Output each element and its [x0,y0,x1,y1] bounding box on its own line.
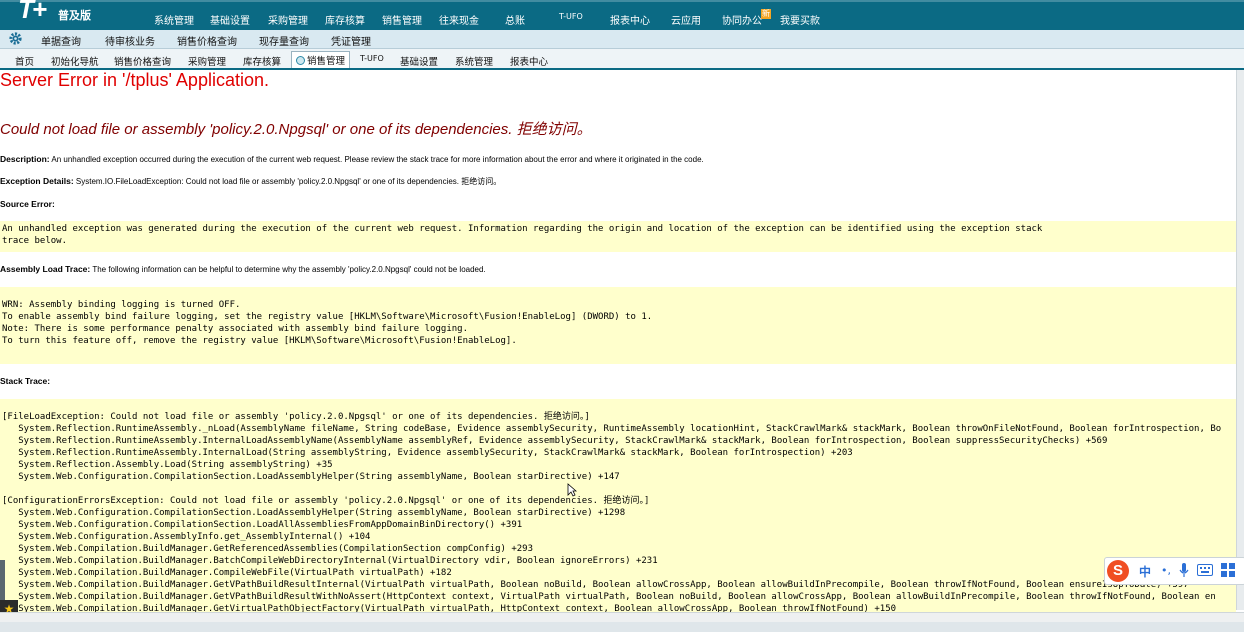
grid-icon[interactable] [1221,563,1235,577]
tab-basic-settings[interactable]: 基础设置 [400,54,438,68]
tab-sales-label: 销售管理 [307,56,346,67]
top-nav-basic-settings[interactable]: 基础设置 [210,12,250,27]
description-text: An unhandled exception occurred during t… [49,155,704,164]
punctuation-icon[interactable]: •, [1161,564,1171,577]
tab-system[interactable]: 系统管理 [455,54,493,68]
top-nav-tufo[interactable]: T-UFO [559,12,583,21]
vertical-scrollbar[interactable] [1236,70,1244,610]
top-nav-inventory[interactable]: 库存核算 [325,12,365,27]
exception-line: Exception Details: System.IO.FileLoadExc… [0,176,501,187]
assembly-trace-text: The following information can be helpful… [90,265,486,274]
tab-home[interactable]: 首页 [15,54,34,68]
toolbar-sales-price-query[interactable]: 销售价格查询 [177,33,237,48]
tab-status-icon [296,56,305,65]
stack-trace-code: [FileLoadException: Could not load file … [0,399,1236,612]
source-error-code: An unhandled exception was generated dur… [0,221,1236,252]
error-title: Server Error in '/tplus' Application. [0,70,269,90]
top-nav-purchase[interactable]: 采购管理 [268,12,308,27]
new-badge: 新 [761,9,771,19]
top-nav-buy[interactable]: 我要买款 [780,12,820,27]
tab-sales-active[interactable]: 销售管理 [291,51,351,68]
tab-sales-price-query[interactable]: 销售价格查询 [114,54,171,68]
gear-icon[interactable] [8,31,23,46]
top-nav-collab[interactable]: 协同办公 [722,12,762,27]
top-strip [0,0,1244,2]
status-bar [0,622,1244,632]
top-nav-system[interactable]: 系统管理 [154,12,194,27]
ime-mode-toggle[interactable]: 中 [1139,563,1151,580]
assembly-trace-label: Assembly Load Trace: [0,264,91,274]
exception-label: Exception Details: [0,176,74,186]
source-error-label: Source Error: [0,199,55,209]
description-line: Description: An unhandled exception occu… [0,154,704,164]
top-nav-cash[interactable]: 往来现金 [439,12,479,27]
top-nav-cloud[interactable]: 云应用 [671,12,701,27]
tab-inventory[interactable]: 库存核算 [243,54,281,68]
error-page: Server Error in '/tplus' Application. Co… [0,70,1236,612]
top-nav-sales[interactable]: 销售管理 [382,12,422,27]
top-nav-bar: T+ 普及版 系统管理 基础设置 采购管理 库存核算 销售管理 往来现金 总账 … [0,0,1244,30]
microphone-icon[interactable] [1179,563,1189,578]
top-nav-ledger[interactable]: 总账 [505,12,525,27]
tab-reports[interactable]: 报表中心 [510,54,548,68]
side-dock-tab[interactable] [0,560,5,600]
keyboard-icon[interactable] [1197,564,1213,576]
stack-trace-label: Stack Trace: [0,376,51,386]
toolbar-voucher-mgmt[interactable]: 凭证管理 [331,33,371,48]
exception-text: System.IO.FileLoadException: Could not l… [73,177,502,186]
edition-label: 普及版 [58,9,91,22]
quick-toolbar: 单据查询 待审核业务 销售价格查询 现存量查询 凭证管理 [0,30,1244,49]
tab-strip: 首页 初始化导航 销售价格查询 采购管理 库存核算 销售管理 T-UFO 基础设… [0,49,1244,70]
ime-toolbar: S 中 •, [1104,557,1244,585]
assembly-trace-code: WRN: Assembly binding logging is turned … [0,287,1236,364]
app-logo: T+ [18,0,47,24]
error-subtitle: Could not load file or assembly 'policy.… [0,121,592,138]
assembly-trace-line: Assembly Load Trace: The following infor… [0,264,486,274]
toolbar-doc-query[interactable]: 单据查询 [41,33,81,48]
toolbar-pending-review[interactable]: 待审核业务 [105,33,155,48]
top-nav-reports[interactable]: 报表中心 [610,12,650,27]
tab-init-nav[interactable]: 初始化导航 [51,54,99,68]
tab-tufo[interactable]: T-UFO [360,54,384,63]
sogou-logo-icon[interactable]: S [1107,560,1129,582]
mouse-cursor-icon [567,483,577,497]
description-label: Description: [0,154,50,164]
toolbar-stock-query[interactable]: 现存量查询 [259,33,309,48]
tab-purchase[interactable]: 采购管理 [188,54,226,68]
